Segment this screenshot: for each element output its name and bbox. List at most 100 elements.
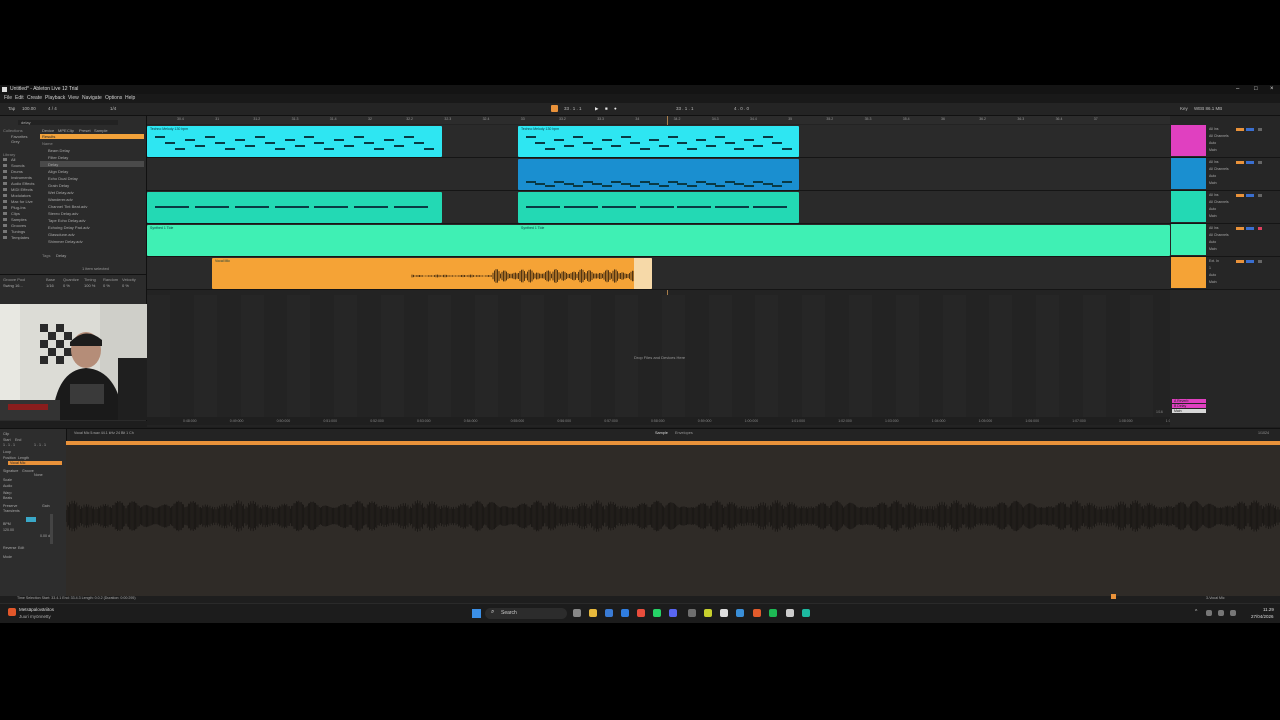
groove-cell[interactable]: 0 % [63,283,70,288]
track-lane[interactable]: Vocal Mic [147,257,1170,290]
arm-button[interactable] [1258,227,1262,230]
menu-create[interactable]: Create [27,95,42,101]
maximize-icon[interactable]: □ [1254,85,1258,94]
solo-button[interactable] [1246,194,1254,197]
app-icon-4[interactable] [736,609,744,617]
monitor-mode[interactable]: Auto [1209,240,1216,244]
input-type[interactable]: All Ins [1209,193,1219,197]
volume-icon[interactable] [1230,610,1236,616]
whatsapp-icon[interactable] [653,609,661,617]
mute-button[interactable] [1236,128,1244,131]
tap-button[interactable]: Tap [8,106,15,111]
output-routing[interactable]: Main [1209,181,1217,185]
library-item[interactable]: Instruments [11,175,32,180]
menu-navigate[interactable]: Navigate [82,95,102,101]
app-icon-1[interactable] [688,609,696,617]
input-channel[interactable]: 1 [1209,266,1211,270]
menu-file[interactable]: File [4,95,12,101]
monitor-mode[interactable]: Auto [1209,207,1216,211]
library-item[interactable]: Tunings [11,229,25,234]
quantize-menu[interactable]: 1/4 [110,106,116,111]
track-header[interactable] [1171,125,1206,156]
return-b[interactable]: B Delay [1172,404,1206,408]
bpm-value[interactable]: 120.00 [3,528,14,532]
result-item[interactable]: Tape Echo Delay.adv [48,218,86,223]
groove-cell[interactable]: 0 % [122,283,129,288]
solo-button[interactable] [1246,227,1254,230]
mute-button[interactable] [1236,260,1244,263]
filter-device[interactable]: Device [42,128,54,133]
arrangement-view[interactable]: 30.4 31 31.2 31.3 31.4 32 32.2 32.3 32.4 33 33.2 33… [147,116,1179,427]
result-item[interactable]: Beam Delay [48,148,70,153]
start-value[interactable]: 1 . 1 . 1 [3,443,15,447]
ableton-icon[interactable] [786,609,794,617]
mute-button[interactable] [1236,194,1244,197]
arrangement-record-icon[interactable] [551,105,558,112]
library-item[interactable]: Drums [11,169,23,174]
browser-search-input[interactable]: delay [18,120,118,125]
monitor-mode[interactable]: Auto [1209,141,1216,145]
solo-button[interactable] [1246,161,1254,164]
input-type[interactable]: All Ins [1209,127,1219,131]
grid-zoom[interactable]: 1/16 [1156,410,1163,414]
result-item[interactable]: Delay [48,162,58,167]
app-icon-5[interactable] [753,609,761,617]
clip[interactable] [518,192,799,223]
library-item[interactable]: Samples [11,217,27,222]
library-item[interactable]: Audio Effects [11,181,35,186]
result-item[interactable]: Glassdune.adv [48,232,75,237]
start-icon[interactable] [472,609,481,618]
groove-cell[interactable]: 100 % [84,283,95,288]
library-item[interactable]: Grooves [11,223,26,228]
tab-sample[interactable]: Sample [655,431,668,435]
taskbar-search-input[interactable]: ⌕ Search [485,608,567,619]
drop-area[interactable]: Drop Files and Devices Here [147,295,1170,417]
notification-title[interactable]: Metsäpaloväriitos [19,607,54,612]
input-channel[interactable]: All Channels [1209,233,1229,237]
return-a[interactable]: A Reverb [1172,399,1206,403]
menu-edit[interactable]: Edit [15,95,24,101]
wifi-icon[interactable] [1218,610,1224,616]
task-view-icon[interactable] [573,609,581,617]
arm-button[interactable] [1258,260,1262,263]
clip[interactable]: Techno Melody 130 bpm [147,126,442,157]
library-item[interactable]: Modulators [11,193,31,198]
chrome-icon[interactable] [637,609,645,617]
track-header[interactable] [1171,224,1206,255]
loop-start[interactable]: 33 . 1 . 1 [676,106,694,111]
spotify-icon[interactable] [769,609,777,617]
groove-value[interactable]: None [34,473,43,477]
warp-toggle[interactable] [26,517,36,522]
clip[interactable] [147,192,442,223]
filter-sample[interactable]: Sample [94,128,108,133]
library-item[interactable]: Clips [11,211,20,216]
input-channel[interactable]: All Channels [1209,167,1229,171]
end-value[interactable]: 1 . 1 . 1 [34,443,46,447]
minimize-icon[interactable]: – [1236,85,1239,94]
mute-button[interactable] [1236,161,1244,164]
input-type[interactable]: All Ins [1209,226,1219,230]
app-icon-6[interactable] [802,609,810,617]
library-item[interactable]: Templates [11,235,29,240]
result-item[interactable]: Wanderer.adv [48,197,73,202]
groove-cell[interactable]: 1/16 [46,283,54,288]
track-header[interactable] [1171,191,1206,222]
filter-mpe[interactable]: MPE [58,128,67,133]
output-routing[interactable]: Main [1209,247,1217,251]
monitor-mode[interactable]: Auto [1209,174,1216,178]
result-item[interactable]: Filter Delay [48,155,68,160]
track-lane[interactable] [147,191,1170,224]
arm-button[interactable] [1258,194,1262,197]
track-header[interactable] [1171,257,1206,288]
app-icon-2[interactable] [704,609,712,617]
store-icon[interactable] [621,609,629,617]
input-channel[interactable]: All Channels [1209,134,1229,138]
output-routing[interactable]: Main [1209,214,1217,218]
time-ruler[interactable]: 0:48:000 0:49:000 0:50:000 0:51:000 0:52:000… [147,417,1179,425]
groove-cell[interactable]: 0 % [103,283,110,288]
tray-icon-1[interactable] [1206,610,1212,616]
input-type[interactable]: All Ins [1209,160,1219,164]
menu-help[interactable]: Help [125,95,135,101]
input-channel[interactable]: All Channels [1209,200,1229,204]
clock-date[interactable]: 27/04/2026 [1251,614,1274,619]
